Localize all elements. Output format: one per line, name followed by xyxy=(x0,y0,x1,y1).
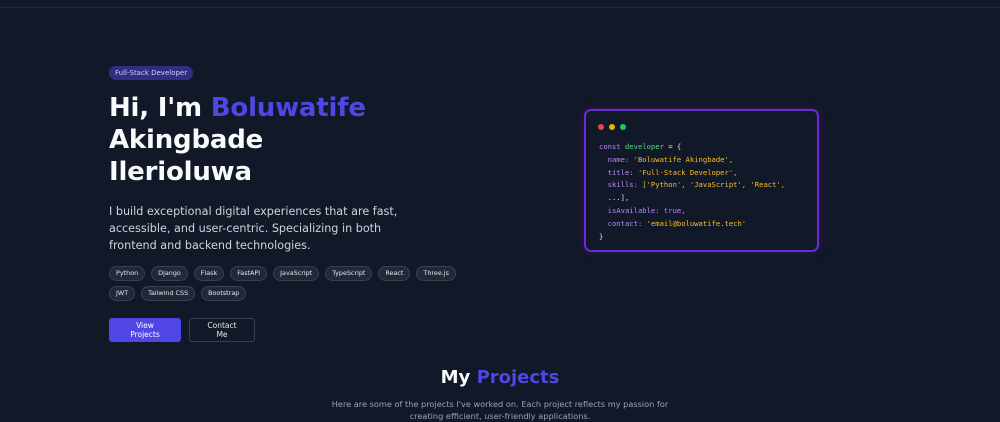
code-open: = { xyxy=(668,142,682,151)
code-key: title: xyxy=(607,167,634,177)
code-value: ...], xyxy=(607,193,630,203)
skill-tag: JavaScript xyxy=(273,266,320,282)
first-name: Boluwatife xyxy=(210,93,366,124)
skill-tag: JWT xyxy=(109,286,136,302)
skill-tag: Flask xyxy=(193,266,225,282)
skill-tag: Bootstrap xyxy=(201,286,247,302)
skill-tag: FastAPI xyxy=(230,266,268,282)
code-close: } xyxy=(599,231,604,241)
skill-tag: Three.js xyxy=(416,266,456,282)
code-card: const developer = { name: 'Boluwatife Ak… xyxy=(584,109,819,252)
last-name: Akingbade xyxy=(109,125,264,156)
contact-me-button[interactable]: Contact Me xyxy=(189,318,255,343)
skill-tag: TypeScript xyxy=(325,266,373,282)
code-value: ['Python', 'JavaScript', 'React', xyxy=(642,180,786,190)
skill-tag: React xyxy=(378,266,411,282)
code-key: isAvailable: xyxy=(607,205,660,215)
yellow-dot-icon xyxy=(609,124,615,130)
code-value: 'Boluwatife Akingbade', xyxy=(633,154,734,164)
code-key: contact: xyxy=(607,218,643,228)
code-variable: developer xyxy=(624,142,664,151)
skills-list: Python Django Flask FastAPI JavaScript T… xyxy=(109,266,469,302)
hero-headline: Hi, I'm Boluwatife Akingbade Ilerioluwa xyxy=(109,92,509,188)
cta-row: View Projects Contact Me xyxy=(109,318,509,343)
middle-name: Ilerioluwa xyxy=(109,157,252,188)
green-dot-icon xyxy=(620,124,626,130)
red-dot-icon xyxy=(598,124,604,130)
code-snippet: const developer = { name: 'Boluwatife Ak… xyxy=(599,141,785,243)
header-divider xyxy=(0,7,1000,8)
projects-subtitle: Here are some of the projects I've worke… xyxy=(331,399,669,421)
view-projects-button[interactable]: View Projects xyxy=(109,318,181,343)
code-key: name: xyxy=(607,154,630,164)
code-key: skills: xyxy=(607,180,638,190)
skill-tag: Django xyxy=(151,266,188,282)
code-value: true, xyxy=(663,205,686,215)
role-badge: Full-Stack Developer xyxy=(109,66,194,81)
code-keyword: const xyxy=(599,142,621,151)
projects-title: My Projects xyxy=(0,367,1000,388)
projects-title-accent: Projects xyxy=(476,367,560,388)
hero-section: Full-Stack Developer Hi, I'm Boluwatife … xyxy=(109,60,509,343)
code-value: 'Full-Stack Developer', xyxy=(637,167,738,177)
code-value: 'email@boluwatife.tech' xyxy=(646,218,747,228)
projects-title-prefix: My xyxy=(440,367,471,388)
skill-tag: Python xyxy=(109,266,146,282)
window-controls xyxy=(598,124,626,130)
greeting: Hi, I'm xyxy=(109,93,202,124)
skill-tag: Tailwind CSS xyxy=(141,286,196,302)
hero-intro: I build exceptional digital experiences … xyxy=(109,205,398,253)
